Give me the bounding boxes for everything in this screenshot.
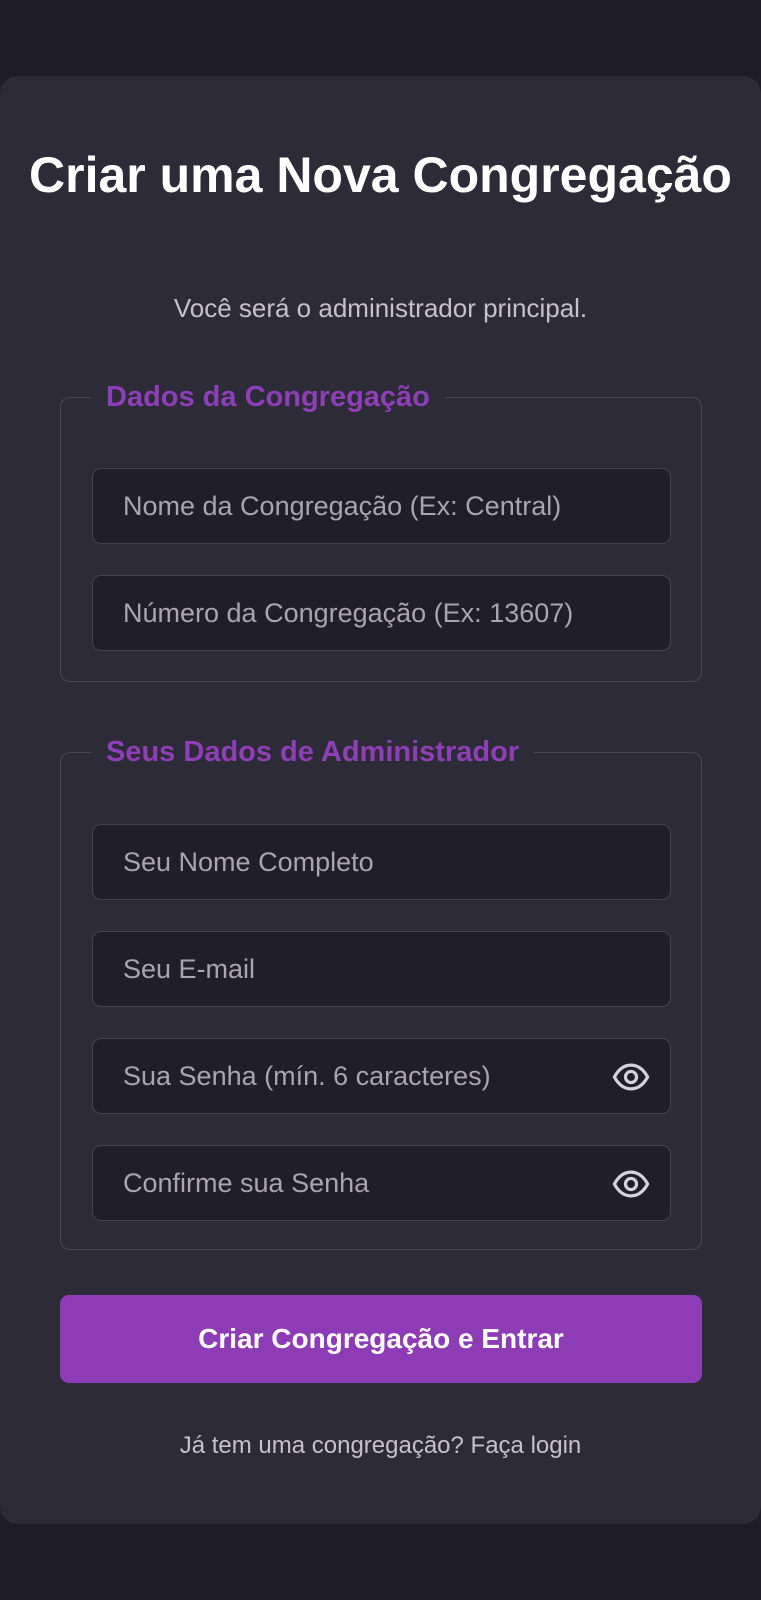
login-link[interactable]: Já tem uma congregação? Faça login xyxy=(0,1428,761,1464)
congregation-name-field xyxy=(92,468,671,544)
password-input[interactable] xyxy=(93,1039,670,1113)
admin-fieldset: Seus Dados de Administrador xyxy=(60,731,702,1250)
page-subtitle: Você será o administrador principal. xyxy=(173,293,588,323)
congregation-legend: Dados da Congregação xyxy=(91,376,445,418)
fullname-input[interactable] xyxy=(93,825,670,899)
page-title: Criar uma Nova Congregação xyxy=(29,147,732,203)
email-field xyxy=(92,931,671,1007)
fullname-field xyxy=(92,824,671,900)
congregation-number-input[interactable] xyxy=(93,576,670,650)
congregation-fieldset: Dados da Congregação xyxy=(60,376,702,682)
congregation-name-input[interactable] xyxy=(93,469,670,543)
admin-legend: Seus Dados de Administrador xyxy=(91,731,535,773)
password-field xyxy=(92,1038,671,1114)
confirm-password-field xyxy=(92,1145,671,1221)
email-input[interactable] xyxy=(93,932,670,1006)
congregation-number-field xyxy=(92,575,671,651)
eye-icon[interactable] xyxy=(612,1165,650,1203)
create-congregation-button[interactable]: Criar Congregação e Entrar xyxy=(60,1295,702,1383)
eye-icon[interactable] xyxy=(612,1058,650,1096)
confirm-password-input[interactable] xyxy=(93,1146,670,1220)
